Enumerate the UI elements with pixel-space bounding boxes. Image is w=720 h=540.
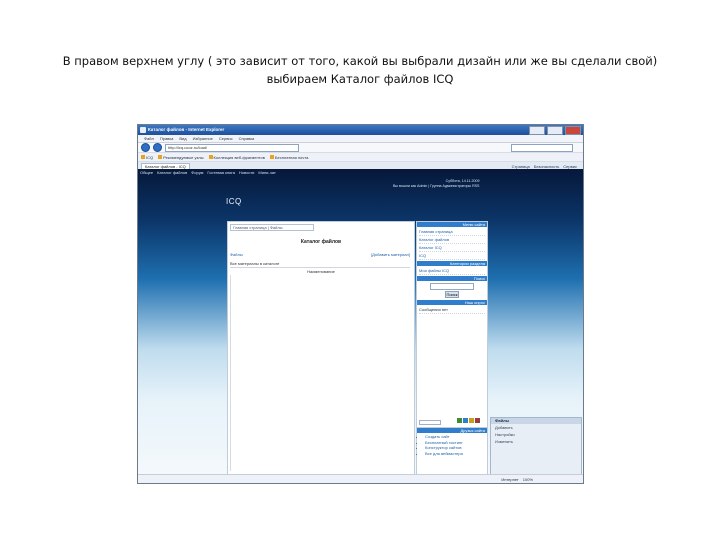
- all-materials-text: Все материалы в каталоге: [230, 261, 280, 266]
- page-icon: [158, 155, 163, 159]
- address-bar-row: http://icq.ucoz.ru/load/: [138, 143, 583, 153]
- block-header: Друзья сайта: [417, 428, 487, 433]
- window-titlebar[interactable]: Каталог файлов - Internet Explorer: [138, 125, 583, 135]
- site-nav-item[interactable]: Каталог файлов: [157, 170, 187, 175]
- caption-line-1: В правом верхнем углу ( это зависит от т…: [62, 54, 658, 68]
- caption-line-2: выбираем Каталог файлов ICQ: [266, 72, 454, 86]
- block-header: Поиск: [417, 276, 487, 281]
- menu-item-view[interactable]: Вид: [179, 136, 186, 141]
- page-viewport: Общее Каталог файлов Форум Гостевая книг…: [138, 169, 583, 477]
- browser-screenshot: Каталог файлов - Internet Explorer Файл …: [137, 124, 584, 484]
- menu-item-file[interactable]: Файл: [144, 136, 154, 141]
- add-material-link[interactable]: [Добавить материал]: [371, 252, 410, 257]
- zone-text: Интернет: [501, 476, 519, 482]
- favorite-link[interactable]: Бесплатная почта: [269, 155, 308, 160]
- command-bar: Страница Безопасность Сервис: [512, 164, 583, 169]
- search-input[interactable]: [511, 143, 573, 152]
- info-icon[interactable]: [463, 418, 468, 423]
- site-search-button[interactable]: Поиск: [445, 291, 459, 298]
- site-search-input[interactable]: [430, 283, 474, 290]
- user-info: Суббота, 14.11.2009 Вы вошли как Admin |…: [393, 179, 479, 189]
- site-logo[interactable]: ICQ: [226, 197, 242, 206]
- page-title: Каталог файлов: [300, 239, 342, 245]
- menu-bar: Файл Правка Вид Избранное Сервис Справка: [138, 135, 583, 143]
- sidebar-item[interactable]: ICQ: [419, 252, 485, 260]
- breadcrumb[interactable]: Главная страница | Файлы: [230, 224, 314, 231]
- favorite-link[interactable]: Коллекция веб-фрагментов: [208, 155, 265, 160]
- block-site-menu: Меню сайта Главная страница Каталог файл…: [417, 222, 487, 261]
- sidebar-item[interactable]: Мои файлы ICQ: [419, 267, 485, 275]
- caption: В правом верхнем углу ( это зависит от т…: [0, 52, 720, 88]
- popup-item[interactable]: Добавить: [491, 424, 581, 431]
- popup-item[interactable]: Настройки: [491, 431, 581, 438]
- site-nav-item[interactable]: Общее: [140, 170, 153, 175]
- site-nav-item[interactable]: Мини-чат: [258, 170, 275, 175]
- star-icon: [141, 155, 145, 159]
- site-nav-item[interactable]: Гостевая книга: [207, 170, 235, 175]
- status-bar: Интернет 100%: [138, 474, 583, 483]
- back-button[interactable]: [141, 143, 150, 152]
- favorite-link[interactable]: ICQ: [141, 155, 153, 160]
- command-page[interactable]: Страница: [512, 164, 530, 169]
- maximize-icon[interactable]: [547, 126, 563, 135]
- friends-block: Друзья сайта Создать сайт Бесплатный хос…: [416, 427, 488, 477]
- block-poll: Наш опрос Сообщения нет: [417, 300, 487, 315]
- files-popup: Файлы Добавить Настройки Изменить: [490, 417, 582, 477]
- column-header: Наименование: [307, 269, 335, 274]
- page-icon: [208, 155, 213, 159]
- poll-text: Сообщения нет: [419, 306, 485, 314]
- command-tools[interactable]: Сервис: [563, 164, 577, 169]
- menu-item-edit[interactable]: Правка: [160, 136, 174, 141]
- site-nav-item[interactable]: Форум: [191, 170, 203, 175]
- friend-link[interactable]: Все для вебмастера: [425, 451, 487, 457]
- main-content: Главная страница | Файлы Каталог файлов …: [227, 221, 415, 477]
- zoom-level[interactable]: 100%: [523, 477, 533, 482]
- divider: [230, 267, 410, 268]
- address-input[interactable]: http://icq.ucoz.ru/load/: [165, 143, 299, 152]
- ie-icon: [140, 127, 146, 133]
- delete-icon[interactable]: [475, 418, 480, 423]
- page-icon: [269, 155, 274, 159]
- block-categories: Категории раздела Мои файлы ICQ: [417, 261, 487, 276]
- user-text[interactable]: Вы вошли как Admin | Группа Администрато…: [393, 184, 479, 189]
- admin-buttons: [457, 418, 480, 423]
- settings-icon[interactable]: [469, 418, 474, 423]
- menu-item-tools[interactable]: Сервис: [219, 136, 233, 141]
- favorites-bar: ICQ Рекомендуемые узлы Коллекция веб-фра…: [138, 153, 583, 162]
- sidebar-item[interactable]: Каталог ICQ: [419, 244, 485, 252]
- scroll-control[interactable]: [419, 420, 441, 425]
- site-nav-item[interactable]: Новости: [239, 170, 254, 175]
- files-row: Файлы [Добавить материал]: [230, 252, 410, 257]
- sidebar-item[interactable]: Главная страница: [419, 228, 485, 236]
- popup-item[interactable]: Изменить: [491, 438, 581, 445]
- block-search: Поиск Поиск: [417, 276, 487, 298]
- site-nav: Общее Каталог файлов Форум Гостевая книг…: [138, 169, 583, 175]
- divider: [230, 275, 231, 471]
- edit-icon[interactable]: [457, 418, 462, 423]
- favorite-link[interactable]: Рекомендуемые узлы: [158, 155, 204, 160]
- window-controls: [529, 126, 581, 135]
- files-link[interactable]: Файлы: [230, 252, 243, 257]
- command-safety[interactable]: Безопасность: [534, 164, 560, 169]
- sidebar-item[interactable]: Каталог файлов: [419, 236, 485, 244]
- menu-item-favorites[interactable]: Избранное: [193, 136, 213, 141]
- window-title: Каталог файлов - Internet Explorer: [148, 127, 225, 132]
- close-icon[interactable]: [565, 126, 581, 135]
- forward-button[interactable]: [153, 143, 162, 152]
- minimize-icon[interactable]: [529, 126, 545, 135]
- menu-item-help[interactable]: Справка: [239, 136, 255, 141]
